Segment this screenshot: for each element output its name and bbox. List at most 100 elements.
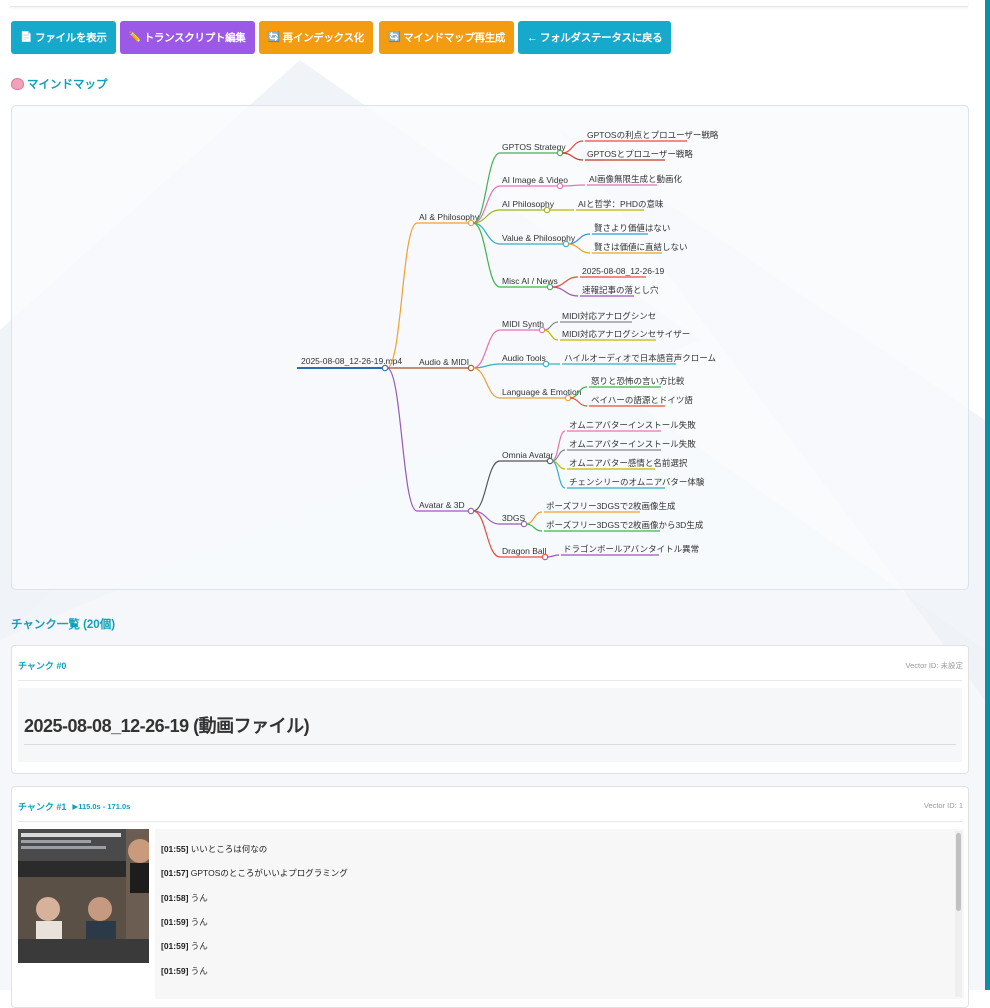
divider: [24, 744, 956, 745]
toolbar: 📄 ファイルを表示 ✏️ トランスクリプト編集 🔄 再インデックス化 🔄 マイン…: [11, 21, 672, 54]
mindmap-leaf-label: ドラゴンボールアバンタイトル異常: [563, 544, 699, 554]
video-thumbnail[interactable]: [18, 829, 149, 963]
reindex-label: 再インデックス化: [282, 32, 365, 44]
mindmap-link: [472, 367, 501, 399]
chunk-1-header: チャンク #1 ▶115.0s - 171.0s: [18, 800, 130, 813]
mindmap-topic-node[interactable]: [542, 360, 550, 368]
chunk-0-content: 2025-08-08_12-26-19 (動画ファイル): [18, 688, 962, 762]
page-content: 📄 ファイルを表示 ✏️ トランスクリプト編集 🔄 再インデックス化 🔄 マイン…: [0, 0, 985, 1008]
chunk-0-label: チャンク #0: [18, 661, 67, 671]
mindmap-leaf-label: GPTOSの利点とプロユーザー戦略: [587, 130, 719, 140]
mindmap-link: [543, 329, 559, 341]
mindmap-topic-label: GPTOS Strategy: [502, 142, 566, 152]
mindmap-branch-node[interactable]: [467, 507, 475, 515]
timestamp[interactable]: [01:58]: [161, 893, 188, 903]
mindmap-link: [525, 523, 543, 532]
mindmap-leaf-label: ハイルオーディオで日本語音声クローム: [564, 353, 716, 363]
mindmap-link: [551, 286, 579, 297]
chunk-list-heading: チャンク一覧 (20個): [11, 616, 115, 632]
mindmap-branch-node[interactable]: [467, 364, 475, 372]
mindmap-topic-node[interactable]: [562, 240, 570, 248]
back-to-folder-status-button[interactable]: ← フォルダステータスに戻る: [518, 21, 672, 54]
timestamp[interactable]: [01:57]: [161, 868, 188, 878]
back-to-folder-status-label: ← フォルダステータスに戻る: [527, 32, 663, 44]
chunk-card-0: チャンク #0 Vector ID: 未設定 2025-08-08_12-26-…: [11, 645, 969, 774]
regenerate-mindmap-label: マインドマップ再生成: [403, 32, 506, 44]
mindmap-leaf-label: AI画像無限生成と動画化: [589, 174, 683, 184]
mindmap-topic-label: MIDI Synth: [502, 319, 544, 329]
mindmap-heading: マインドマップ: [11, 76, 108, 92]
transcript-text: うん: [190, 917, 208, 927]
mindmap-leaf-label: 賢さより価値はない: [594, 223, 670, 233]
chunk-card-1: チャンク #1 ▶115.0s - 171.0s Vector ID: 1 [0…: [11, 786, 969, 1008]
transcript-panel[interactable]: [01:55] いいところは何なの [01:57] GPTOSのところがいいよプ…: [155, 829, 964, 999]
brain-icon: [11, 78, 24, 90]
mindmap-leaf-label: チェンシリーのオムニアバター体験: [569, 477, 705, 487]
video-frame-image: [18, 829, 149, 963]
mindmap-branch-label: Avatar & 3D: [419, 500, 465, 510]
chunk-1-vector-id: Vector ID: 1: [923, 801, 963, 810]
reindex-button[interactable]: 🔄 再インデックス化: [258, 21, 373, 54]
edit-transcript-label: トランスクリプト編集: [143, 32, 246, 44]
divider: [18, 821, 962, 822]
mindmap-root-node[interactable]: [381, 364, 389, 372]
edit-transcript-button[interactable]: ✏️ トランスクリプト編集: [119, 21, 255, 54]
view-file-button[interactable]: 📄 ファイルを表示: [11, 21, 116, 54]
mindmap-link: [569, 397, 588, 407]
view-file-label: ファイルを表示: [35, 32, 107, 44]
mindmap-topic-label: Dragon Ball: [502, 546, 547, 556]
transcript-scrollbar-thumb[interactable]: [956, 833, 961, 911]
mindmap-leaf-label: MIDI対応アナログシンセ: [562, 311, 656, 321]
mindmap-link: [543, 321, 559, 331]
mindmap-leaf-label: オムニアバター感情と名前選択: [569, 458, 688, 468]
mindmap-leaf-label: オムニアバターインストール失敗: [569, 439, 696, 449]
transcript-line: [01:59] うん: [161, 965, 208, 977]
mindmap-topic-node[interactable]: [541, 553, 549, 561]
mindmap-leaf-label: ポーズフリー3DGSで2枚画像から3D生成: [546, 520, 704, 530]
mindmap-topic-node[interactable]: [520, 520, 528, 528]
mindmap-link: [546, 554, 560, 558]
mindmap-canvas[interactable]: 2025-08-08_12-26-19.mp4AI & PhilosophyGP…: [12, 106, 968, 589]
regenerate-mindmap-button[interactable]: 🔄 マインドマップ再生成: [378, 21, 515, 54]
mindmap-topic-node[interactable]: [564, 394, 572, 402]
mindmap-topic-node[interactable]: [556, 182, 564, 190]
transcript-text: GPTOSのところがいいよプログラミング: [190, 868, 348, 878]
mindmap-topic-node[interactable]: [538, 326, 546, 334]
chunk-0-document-title: 2025-08-08_12-26-19 (動画ファイル): [24, 716, 310, 736]
timestamp[interactable]: [01:55]: [161, 844, 188, 854]
transcript-line: [01:59] うん: [161, 916, 208, 928]
transcript-text: うん: [190, 941, 208, 951]
mindmap-topic-node[interactable]: [543, 206, 551, 214]
mindmap-link: [567, 243, 591, 254]
mindmap-link: [561, 184, 586, 187]
transcript-line: [01:59] うん: [161, 940, 208, 952]
mindmap-link: [386, 367, 418, 512]
top-panel-edge: [10, 0, 968, 7]
refresh-icon: 🔄: [267, 32, 280, 43]
mindmap-link: [472, 329, 501, 369]
mindmap-panel[interactable]: 2025-08-08_12-26-19.mp4 AI & Philosophy GP…: [11, 105, 969, 590]
mindmap-topic-node[interactable]: [546, 457, 554, 465]
mindmap-link: [525, 511, 543, 525]
chunk-list-heading-label: チャンク一覧 (20個): [11, 619, 116, 631]
mindmap-topic-node[interactable]: [546, 283, 554, 291]
timestamp[interactable]: [01:59]: [161, 941, 188, 951]
mindmap-leaf-label: オムニアバターインストール失敗: [569, 420, 696, 430]
mindmap-leaf-label: MIDI対応アナログシンセサイザー: [562, 329, 690, 339]
timestamp[interactable]: [01:59]: [161, 966, 188, 976]
mindmap-leaf-label: AIと哲学：PHDの意味: [578, 199, 664, 209]
transcript-line: [01:57] GPTOSのところがいいよプログラミング: [161, 867, 348, 879]
chunk-0-header: チャンク #0: [18, 659, 66, 672]
divider: [18, 680, 962, 681]
window-edge: [985, 0, 990, 990]
mindmap-topic-node[interactable]: [556, 149, 564, 157]
timestamp[interactable]: [01:59]: [161, 917, 188, 927]
mindmap-leaf-label: 怒りと恐怖の言い方比較: [591, 376, 685, 386]
mindmap-link: [561, 152, 584, 161]
chunk-1-label: チャンク #1: [18, 802, 67, 812]
chunk-1-time-range[interactable]: ▶115.0s - 171.0s: [72, 802, 130, 811]
transcript-text: うん: [190, 893, 208, 903]
mindmap-topic-label: Omnia Avatar: [502, 450, 554, 460]
transcript-line: [01:55] いいところは何なの: [161, 843, 267, 855]
mindmap-branch-node[interactable]: [467, 219, 475, 227]
